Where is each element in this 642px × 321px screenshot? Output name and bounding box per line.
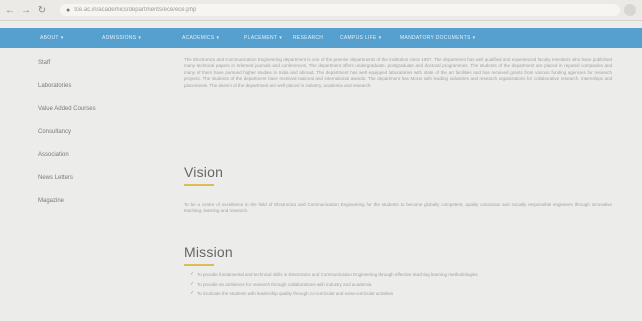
chevron-down-icon: ▾ <box>279 35 283 41</box>
nav-item-mandatory-documents[interactable]: MANDATORY DOCUMENTS ▾ <box>400 28 475 48</box>
chevron-down-icon: ▾ <box>138 35 142 41</box>
nav-label: ACADEMICS <box>182 35 215 41</box>
sidebar-item-magazine[interactable]: Magazine <box>38 198 64 204</box>
nav-label: CAMPUS LIFE <box>340 35 377 41</box>
chevron-down-icon: ▾ <box>60 35 64 41</box>
sidebar-item-laboratories[interactable]: Laboratories <box>38 83 71 89</box>
chevron-down-icon: ▾ <box>216 35 220 41</box>
reload-icon[interactable]: ↻ <box>36 4 48 16</box>
check-icon: ✓ <box>190 290 195 296</box>
sidebar-item-staff[interactable]: Staff <box>38 60 50 66</box>
sidebar-item-consultancy[interactable]: Consultancy <box>38 129 71 135</box>
nav-label: PLACEMENT <box>244 35 278 41</box>
arrow-left-icon[interactable]: ← <box>4 4 16 16</box>
vision-underline <box>184 184 214 186</box>
department-intro: The Electronics and Communication Engine… <box>184 57 612 88</box>
bottom-fade <box>0 300 642 321</box>
mission-list: ✓ To provide fundamental and technical sk… <box>190 270 610 299</box>
sidebar-item-association[interactable]: Association <box>38 152 69 158</box>
nav-label: RESEARCH <box>293 35 324 41</box>
check-icon: ✓ <box>190 280 195 287</box>
nav-item-admissions[interactable]: ADMISSIONS ▾ <box>102 28 141 48</box>
main-navigation: ABOUT ▾ ADMISSIONS ▾ ACADEMICS ▾ PLACEMENT ▾… <box>0 28 642 48</box>
mission-heading: Mission <box>184 244 233 260</box>
nav-item-campus-life[interactable]: CAMPUS LIFE ▾ <box>340 28 381 48</box>
nav-item-academics[interactable]: ACADEMICS ▾ <box>182 28 219 48</box>
list-item: ✓ To provide fundamental and technical sk… <box>190 270 610 280</box>
url-text: tce.ac.in/academics/departments/ece/ece.… <box>74 7 197 13</box>
sidebar-item-news-letters[interactable]: News Letters <box>38 175 73 181</box>
nav-item-research[interactable]: RESEARCH <box>293 28 323 48</box>
lock-icon: ● <box>66 6 71 14</box>
chevron-down-icon: ▾ <box>472 35 476 41</box>
chevron-down-icon: ▾ <box>378 35 382 41</box>
arrow-right-icon[interactable]: → <box>20 4 32 16</box>
nav-label: MANDATORY DOCUMENTS <box>400 35 471 41</box>
nav-item-about[interactable]: ABOUT ▾ <box>40 28 64 48</box>
mission-item-text: To inculcate the students with leadershi… <box>197 291 394 296</box>
nav-label: ADMISSIONS <box>102 35 137 41</box>
vision-text: To be a centre of excellence in the fiel… <box>184 202 612 214</box>
mission-item-text: To provide an ambience for research thro… <box>197 281 372 287</box>
vision-heading: Vision <box>184 164 224 180</box>
browser-chrome: ← → ↻ ● tce.ac.in/academics/departments/… <box>0 0 642 21</box>
nav-label: ABOUT <box>40 35 59 41</box>
address-bar[interactable]: ● tce.ac.in/academics/departments/ece/ec… <box>60 4 620 16</box>
check-icon: ✓ <box>190 271 195 277</box>
nav-item-placement[interactable]: PLACEMENT ▾ <box>244 28 282 48</box>
list-item: ✓ To provide an ambience for research thr… <box>190 280 610 290</box>
list-item: ✓ To inculcate the students with leadersh… <box>190 289 610 299</box>
sidebar-item-value-added-courses[interactable]: Value Added Courses <box>38 106 96 112</box>
mission-item-text: To provide fundamental and technical ski… <box>197 272 478 277</box>
mission-underline <box>184 264 214 266</box>
profile-icon[interactable] <box>624 4 636 16</box>
